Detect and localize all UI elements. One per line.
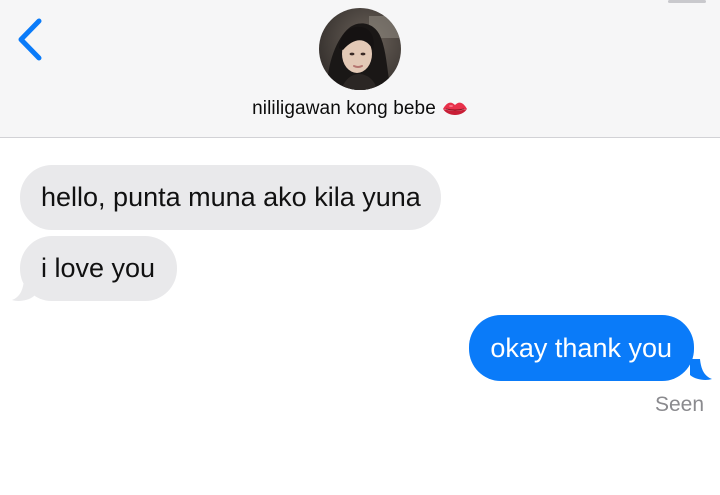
top-grabber: [668, 0, 706, 3]
sent-message-bubble[interactable]: okay thank you: [469, 315, 694, 381]
conversation-header: nililigawan kong bebe: [0, 0, 720, 138]
contact-name: nililigawan kong bebe: [252, 98, 436, 119]
received-message-bubble[interactable]: i love you: [20, 236, 178, 301]
lips-emoji-icon: [442, 99, 468, 119]
contact-name-row[interactable]: nililigawan kong bebe: [0, 94, 720, 124]
received-message-bubble[interactable]: hello, punta muna ako kila yuna: [20, 165, 441, 230]
sent-bubble-tail: [688, 359, 714, 381]
back-button[interactable]: [10, 14, 54, 66]
avatar-photo: [319, 8, 401, 90]
chevron-left-icon: [18, 18, 42, 61]
message-thread: hello, punta muna ako kila yuna i love y…: [0, 138, 720, 495]
received-bubble-tail: [10, 280, 36, 302]
contact-avatar[interactable]: [319, 8, 401, 90]
seen-status: Seen: [654, 393, 704, 416]
